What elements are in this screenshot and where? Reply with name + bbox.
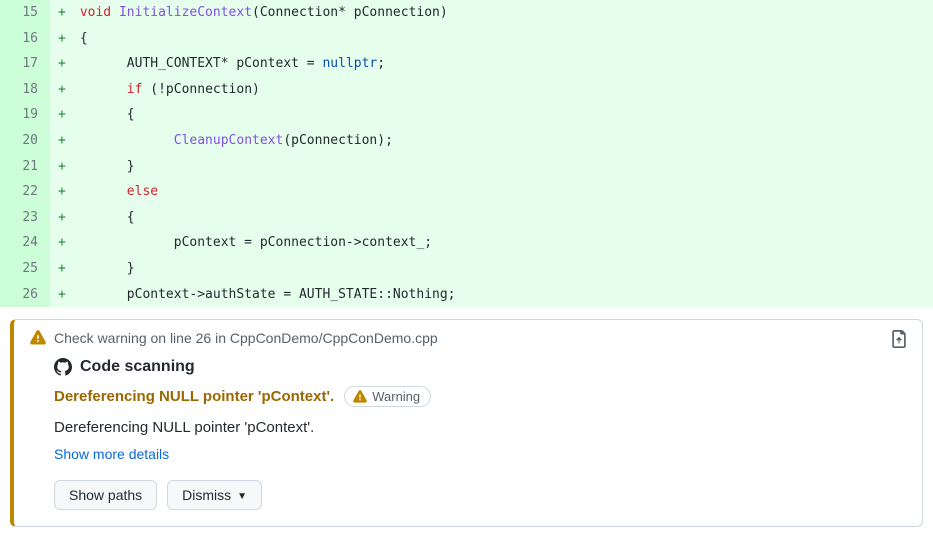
diff-addition-marker: + — [50, 205, 72, 231]
diff-addition-marker: + — [50, 179, 72, 205]
warning-triangle-icon — [30, 330, 46, 346]
alert-title: Dereferencing NULL pointer 'pContext'. — [54, 388, 334, 405]
code-content: else — [72, 179, 933, 205]
code-line: 23+ { — [0, 205, 933, 231]
alert-title-row: Dereferencing NULL pointer 'pContext'. W… — [54, 386, 906, 407]
code-line: 24+ pContext = pConnection->context_; — [0, 230, 933, 256]
alert-action-buttons: Show paths Dismiss ▼ — [54, 480, 906, 510]
github-icon — [54, 358, 72, 376]
diff-addition-marker: + — [50, 0, 72, 26]
diff-addition-marker: + — [50, 154, 72, 180]
dismiss-button[interactable]: Dismiss ▼ — [167, 480, 262, 510]
diff-addition-marker: + — [50, 282, 72, 308]
line-number[interactable]: 17 — [0, 51, 50, 77]
code-content: pContext = pConnection->context_; — [72, 230, 933, 256]
line-number[interactable]: 18 — [0, 77, 50, 103]
code-scanning-title: Code scanning — [80, 358, 195, 376]
code-line: 16+ { — [0, 26, 933, 52]
severity-label: Warning — [372, 389, 420, 404]
alert-header: Check warning on line 26 in CppConDemo/C… — [30, 330, 906, 346]
line-number[interactable]: 24 — [0, 230, 50, 256]
code-content: void InitializeContext(Connection* pConn… — [72, 0, 933, 26]
code-line: 20+ CleanupContext(pConnection); — [0, 128, 933, 154]
line-number[interactable]: 21 — [0, 154, 50, 180]
jump-to-file-icon[interactable] — [890, 330, 908, 351]
show-paths-label: Show paths — [69, 487, 142, 503]
line-number[interactable]: 20 — [0, 128, 50, 154]
line-number[interactable]: 26 — [0, 282, 50, 308]
alert-header-text: Check warning on line 26 in CppConDemo/C… — [54, 330, 438, 346]
code-line: 18+ if (!pConnection) — [0, 77, 933, 103]
diff-code-block: 15+ void InitializeContext(Connection* p… — [0, 0, 933, 307]
line-number[interactable]: 19 — [0, 102, 50, 128]
severity-pill: Warning — [344, 386, 431, 407]
diff-addition-marker: + — [50, 256, 72, 282]
diff-addition-marker: + — [50, 26, 72, 52]
code-line: 19+ { — [0, 102, 933, 128]
code-content: CleanupContext(pConnection); — [72, 128, 933, 154]
code-line: 17+ AUTH_CONTEXT* pContext = nullptr; — [0, 51, 933, 77]
code-scanning-alert-panel: Check warning on line 26 in CppConDemo/C… — [10, 319, 923, 527]
diff-addition-marker: + — [50, 230, 72, 256]
diff-addition-marker: + — [50, 128, 72, 154]
alert-description: Dereferencing NULL pointer 'pContext'. — [54, 419, 906, 436]
code-scanning-title-row: Code scanning — [54, 358, 906, 376]
code-line: 15+ void InitializeContext(Connection* p… — [0, 0, 933, 26]
code-content: { — [72, 205, 933, 231]
diff-addition-marker: + — [50, 77, 72, 103]
code-content: if (!pConnection) — [72, 77, 933, 103]
code-content: AUTH_CONTEXT* pContext = nullptr; — [72, 51, 933, 77]
diff-addition-marker: + — [50, 102, 72, 128]
show-more-details-link[interactable]: Show more details — [54, 446, 906, 462]
caret-down-icon: ▼ — [237, 491, 247, 502]
code-content: { — [72, 26, 933, 52]
code-content: } — [72, 256, 933, 282]
code-content: } — [72, 154, 933, 180]
line-number[interactable]: 15 — [0, 0, 50, 26]
warning-triangle-icon — [353, 390, 367, 404]
line-number[interactable]: 22 — [0, 179, 50, 205]
line-number[interactable]: 25 — [0, 256, 50, 282]
code-line: 21+ } — [0, 154, 933, 180]
line-number[interactable]: 16 — [0, 26, 50, 52]
show-paths-button[interactable]: Show paths — [54, 480, 157, 510]
code-line: 25+ } — [0, 256, 933, 282]
code-line: 22+ else — [0, 179, 933, 205]
code-content: { — [72, 102, 933, 128]
dismiss-label: Dismiss — [182, 487, 231, 503]
code-line: 26+ pContext->authState = AUTH_STATE::No… — [0, 282, 933, 308]
line-number[interactable]: 23 — [0, 205, 50, 231]
diff-addition-marker: + — [50, 51, 72, 77]
code-content: pContext->authState = AUTH_STATE::Nothin… — [72, 282, 933, 308]
